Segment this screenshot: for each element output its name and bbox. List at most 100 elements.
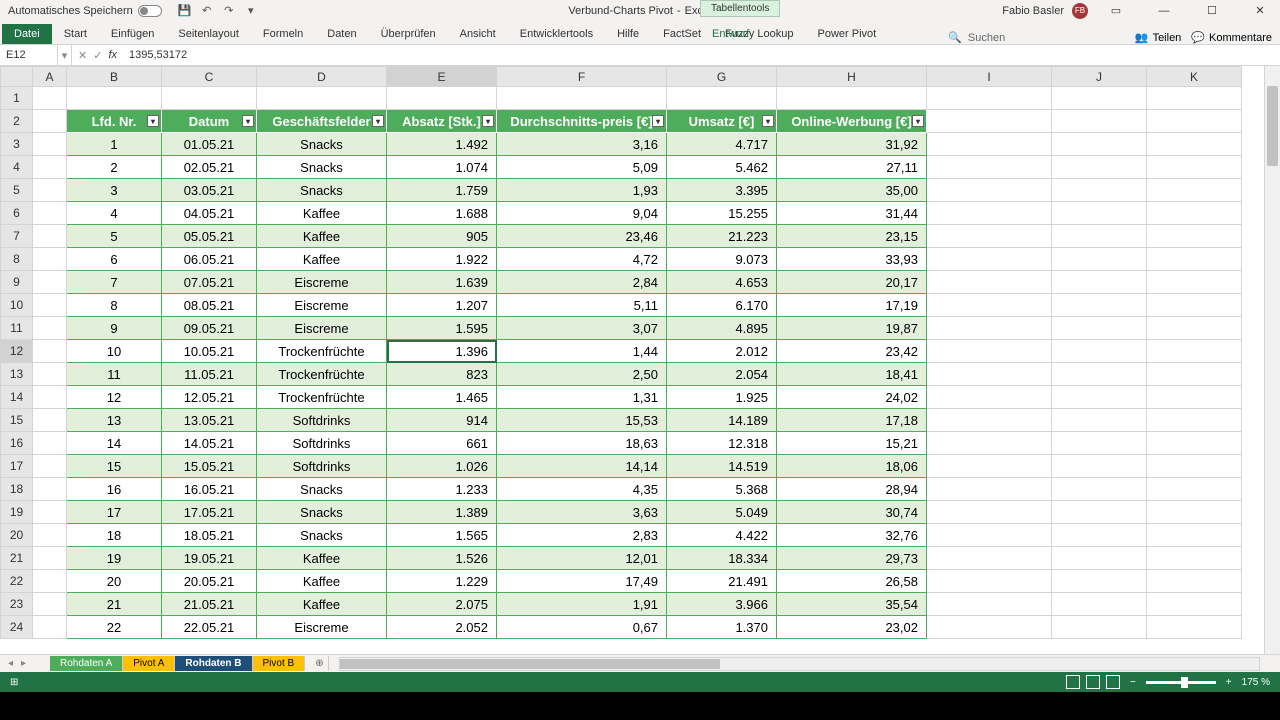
table-cell[interactable]: 17 [67, 501, 162, 524]
table-cell[interactable]: 17,19 [777, 294, 927, 317]
cell-K11[interactable] [1147, 317, 1242, 340]
filter-icon[interactable]: ▾ [372, 115, 384, 127]
sheet-tab-rohdaten-b[interactable]: Rohdaten B [175, 656, 252, 671]
table-cell[interactable]: 3,63 [497, 501, 667, 524]
name-box[interactable]: E12 [0, 45, 58, 65]
minimize-icon[interactable]: ― [1144, 0, 1184, 21]
table-cell[interactable]: 3,16 [497, 133, 667, 156]
table-cell[interactable]: 18,06 [777, 455, 927, 478]
table-cell[interactable]: 2,50 [497, 363, 667, 386]
table-cell[interactable]: 31,92 [777, 133, 927, 156]
cell-J11[interactable] [1052, 317, 1147, 340]
table-cell[interactable]: 31,44 [777, 202, 927, 225]
table-cell[interactable]: 35,00 [777, 179, 927, 202]
cell-F1[interactable] [497, 87, 667, 110]
table-cell[interactable]: 06.05.21 [162, 248, 257, 271]
table-cell[interactable]: 1.688 [387, 202, 497, 225]
maximize-icon[interactable]: ☐ [1192, 0, 1232, 21]
cell-J20[interactable] [1052, 524, 1147, 547]
table-cell[interactable]: 4.422 [667, 524, 777, 547]
view-pagebreak-icon[interactable] [1106, 675, 1120, 689]
tab-daten[interactable]: Daten [315, 24, 368, 44]
row-header-10[interactable]: 10 [1, 294, 33, 317]
table-cell[interactable]: 1.565 [387, 524, 497, 547]
cell-K1[interactable] [1147, 87, 1242, 110]
tab-hilfe[interactable]: Hilfe [605, 24, 651, 44]
table-cell[interactable]: 1.526 [387, 547, 497, 570]
table-cell[interactable]: 2.012 [667, 340, 777, 363]
cell-J18[interactable] [1052, 478, 1147, 501]
cell-A16[interactable] [33, 432, 67, 455]
table-cell[interactable]: 2.052 [387, 616, 497, 639]
table-cell[interactable]: 2.075 [387, 593, 497, 616]
cell-I6[interactable] [927, 202, 1052, 225]
table-cell[interactable]: Snacks [257, 133, 387, 156]
cell-K21[interactable] [1147, 547, 1242, 570]
table-cell[interactable]: Eiscreme [257, 294, 387, 317]
table-cell[interactable]: 9.073 [667, 248, 777, 271]
cell-I1[interactable] [927, 87, 1052, 110]
row-header-20[interactable]: 20 [1, 524, 33, 547]
redo-icon[interactable]: ↷ [222, 4, 236, 18]
table-cell[interactable]: Kaffee [257, 248, 387, 271]
tab-seitenlayout[interactable]: Seitenlayout [166, 24, 251, 44]
table-cell[interactable]: 5 [67, 225, 162, 248]
table-cell[interactable]: Snacks [257, 501, 387, 524]
table-cell[interactable]: Eiscreme [257, 317, 387, 340]
table-cell[interactable]: Snacks [257, 524, 387, 547]
new-sheet-button[interactable]: ⊕ [305, 656, 329, 671]
table-cell[interactable]: 16 [67, 478, 162, 501]
table-cell[interactable]: 16.05.21 [162, 478, 257, 501]
filter-icon[interactable]: ▾ [652, 115, 664, 127]
table-cell[interactable]: 24,02 [777, 386, 927, 409]
cell-A9[interactable] [33, 271, 67, 294]
table-cell[interactable]: 2.054 [667, 363, 777, 386]
table-cell[interactable]: 5,11 [497, 294, 667, 317]
cell-K22[interactable] [1147, 570, 1242, 593]
cell-I18[interactable] [927, 478, 1052, 501]
close-icon[interactable]: ✕ [1240, 0, 1280, 21]
table-cell[interactable]: 1.389 [387, 501, 497, 524]
table-cell[interactable]: 15 [67, 455, 162, 478]
row-header-15[interactable]: 15 [1, 409, 33, 432]
col-header-J[interactable]: J [1052, 67, 1147, 87]
table-cell[interactable]: 17.05.21 [162, 501, 257, 524]
row-header-17[interactable]: 17 [1, 455, 33, 478]
table-cell[interactable]: Trockenfrüchte [257, 363, 387, 386]
cell-K23[interactable] [1147, 593, 1242, 616]
row-header-7[interactable]: 7 [1, 225, 33, 248]
view-pagelayout-icon[interactable] [1086, 675, 1100, 689]
customize-qat-icon[interactable]: ▾ [244, 4, 258, 18]
cell-K15[interactable] [1147, 409, 1242, 432]
table-cell[interactable]: Snacks [257, 156, 387, 179]
cell-A6[interactable] [33, 202, 67, 225]
cell-A18[interactable] [33, 478, 67, 501]
cell-A19[interactable] [33, 501, 67, 524]
table-cell[interactable]: 05.05.21 [162, 225, 257, 248]
table-cell[interactable]: 20 [67, 570, 162, 593]
table-cell[interactable]: 21.223 [667, 225, 777, 248]
table-cell[interactable]: 11 [67, 363, 162, 386]
table-cell[interactable]: 5.368 [667, 478, 777, 501]
table-cell[interactable]: 3.395 [667, 179, 777, 202]
col-header-A[interactable]: A [33, 67, 67, 87]
row-header-16[interactable]: 16 [1, 432, 33, 455]
table-cell[interactable]: 5.049 [667, 501, 777, 524]
cell-I2[interactable] [927, 110, 1052, 133]
table-cell[interactable]: 3.966 [667, 593, 777, 616]
col-header-E[interactable]: E [387, 67, 497, 87]
table-cell[interactable]: 32,76 [777, 524, 927, 547]
table-cell[interactable]: 823 [387, 363, 497, 386]
filter-icon[interactable]: ▾ [482, 115, 494, 127]
sheet-tab-pivot-b[interactable]: Pivot B [253, 656, 306, 671]
table-cell[interactable]: 9,04 [497, 202, 667, 225]
row-header-3[interactable]: 3 [1, 133, 33, 156]
table-cell[interactable]: Softdrinks [257, 455, 387, 478]
cell-A5[interactable] [33, 179, 67, 202]
table-cell[interactable]: 1.465 [387, 386, 497, 409]
cell-A3[interactable] [33, 133, 67, 156]
table-cell[interactable]: 7 [67, 271, 162, 294]
cell-J3[interactable] [1052, 133, 1147, 156]
table-cell[interactable]: 1.074 [387, 156, 497, 179]
table-cell[interactable]: 26,58 [777, 570, 927, 593]
